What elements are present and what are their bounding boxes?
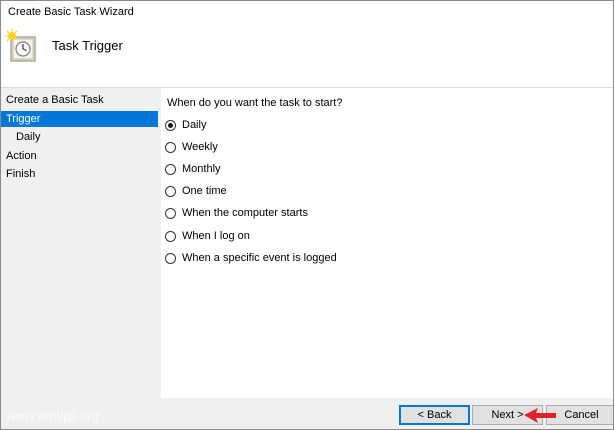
clock-icon: [5, 29, 36, 62]
radio-label: When a specific event is logged: [182, 252, 337, 264]
radio-button[interactable]: [165, 252, 176, 264]
radio-button[interactable]: [165, 141, 176, 153]
radio-option-computer-starts[interactable]: When the computer starts: [165, 205, 308, 221]
radio-button[interactable]: [165, 207, 176, 219]
radio-label: When the computer starts: [182, 207, 308, 219]
title-bar[interactable]: Create Basic Task Wizard: [1, 1, 613, 25]
sidebar-item-finish: Finish: [6, 168, 36, 180]
radio-label: Weekly: [182, 141, 218, 153]
radio-option-daily[interactable]: Daily: [165, 117, 206, 133]
sidebar-item-daily: Daily: [16, 131, 41, 143]
radio-option-one-time[interactable]: One time: [165, 183, 227, 199]
watermark-text: www.wintips.org: [6, 408, 100, 423]
window-title: Create Basic Task Wizard: [8, 6, 134, 18]
radio-option-weekly[interactable]: Weekly: [165, 139, 218, 155]
wizard-steps-sidebar: Create a Basic Task Trigger Daily Action…: [1, 88, 161, 406]
radio-button[interactable]: [165, 163, 176, 175]
wizard-header: Task Trigger: [1, 25, 613, 88]
radio-label: Monthly: [182, 163, 221, 175]
radio-option-monthly[interactable]: Monthly: [165, 161, 221, 177]
radio-label: Daily: [182, 119, 207, 131]
radio-label: One time: [182, 185, 227, 197]
trigger-question: When do you want the task to start?: [167, 97, 343, 109]
radio-button[interactable]: [165, 230, 176, 242]
wizard-window: Create Basic Task Wizard Task Trigger Cr…: [0, 0, 614, 430]
sidebar-item-action: Action: [6, 150, 37, 162]
radio-button[interactable]: [165, 119, 176, 131]
sidebar-item-create-basic-task: Create a Basic Task: [6, 94, 104, 106]
radio-label: When I log on: [182, 230, 250, 242]
trigger-options-panel: When do you want the task to start? Dail…: [161, 88, 613, 398]
red-arrow-icon: [524, 408, 556, 423]
radio-button[interactable]: [165, 185, 176, 197]
radio-option-event-logged[interactable]: When a specific event is logged: [165, 250, 337, 266]
radio-option-log-on[interactable]: When I log on: [165, 228, 250, 244]
back-button[interactable]: < Back: [399, 405, 470, 425]
sidebar-item-trigger: Trigger: [1, 111, 158, 127]
page-title: Task Trigger: [52, 38, 123, 53]
